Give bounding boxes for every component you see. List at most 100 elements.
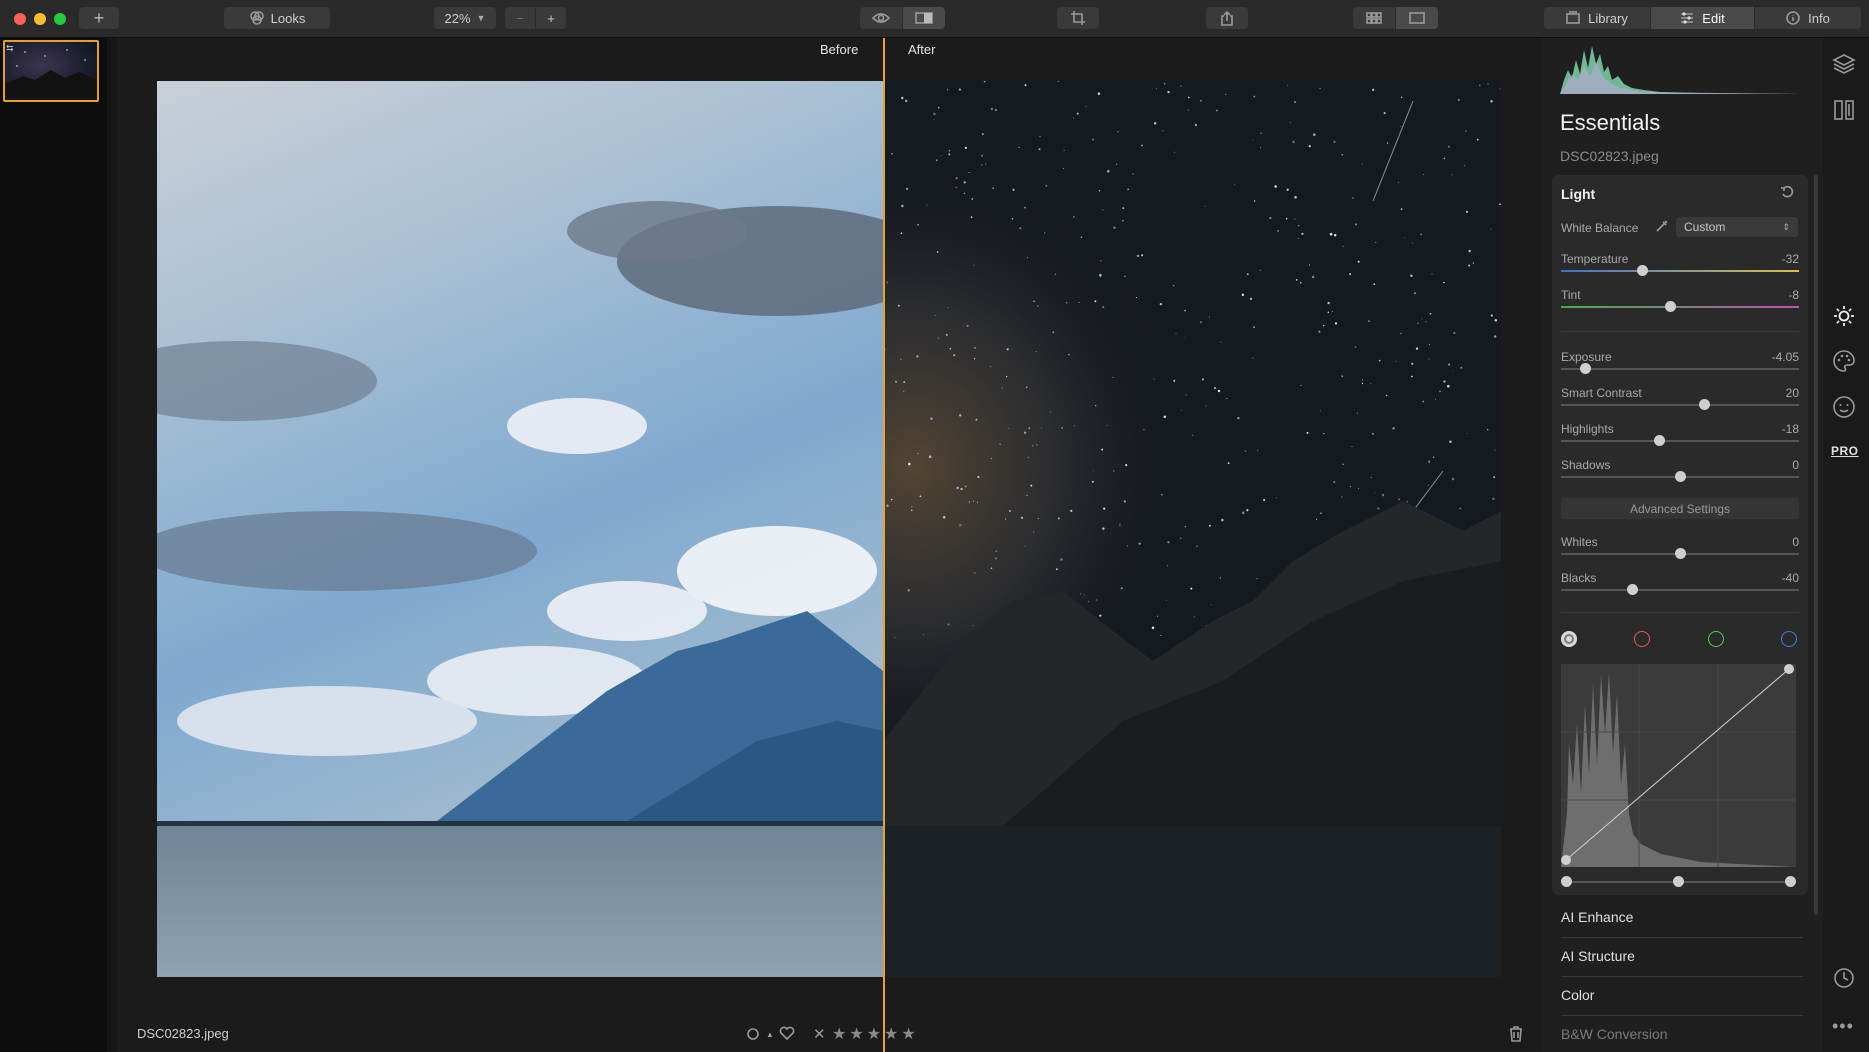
- slider-handle[interactable]: [1675, 471, 1686, 482]
- preview-toggle-button[interactable]: [860, 7, 902, 29]
- eyedropper-button[interactable]: [1655, 219, 1669, 236]
- more-icon: •••: [1832, 1016, 1854, 1036]
- essentials-button[interactable]: [1832, 304, 1856, 331]
- presets-button[interactable]: [1832, 98, 1856, 125]
- slider-value: 20: [1785, 386, 1799, 400]
- curve-mid-handle[interactable]: [1673, 876, 1684, 887]
- before-after-divider-handle[interactable]: [883, 38, 885, 1052]
- white-balance-label: White Balance: [1561, 221, 1639, 235]
- add-button[interactable]: +: [79, 7, 119, 29]
- thumbnail-selected[interactable]: [3, 40, 99, 102]
- panel-scrollbar[interactable]: [1814, 175, 1818, 915]
- tab-library[interactable]: Library: [1544, 7, 1650, 29]
- slider-track[interactable]: [1561, 368, 1799, 370]
- section-header[interactable]: Color: [1561, 987, 1594, 1003]
- curve-black-handle[interactable]: [1561, 876, 1572, 887]
- curve-point[interactable]: [1561, 855, 1571, 865]
- history-button[interactable]: [1832, 966, 1856, 993]
- layers-button[interactable]: [1832, 52, 1856, 79]
- zoom-window-button[interactable]: [54, 13, 66, 25]
- zoom-dropdown[interactable]: 22% ▼: [434, 7, 496, 29]
- edited-badge-icon: ⇆: [6, 43, 14, 53]
- crop-icon: [1071, 11, 1085, 25]
- looks-button[interactable]: Looks: [224, 7, 330, 29]
- curve-point[interactable]: [1784, 664, 1794, 674]
- slider-handle[interactable]: [1579, 363, 1591, 374]
- star-icon[interactable]: ★: [849, 1024, 863, 1044]
- tool-icon-bar: [1823, 38, 1869, 1052]
- curve-channel-green[interactable]: [1708, 631, 1724, 647]
- info-icon: [1786, 11, 1800, 25]
- single-view-button[interactable]: [1396, 7, 1438, 29]
- slider-track[interactable]: [1561, 589, 1799, 591]
- section-header[interactable]: B&W Conversion: [1561, 1026, 1668, 1042]
- zoom-out-button[interactable]: −: [505, 7, 535, 29]
- divider: [1561, 1015, 1803, 1016]
- curve-channel-red[interactable]: [1634, 631, 1650, 647]
- favorite-button[interactable]: [779, 1025, 795, 1044]
- panel-title: Essentials: [1560, 110, 1661, 135]
- zoom-in-button[interactable]: +: [536, 7, 566, 29]
- reset-icon: [1781, 185, 1794, 198]
- slider-track[interactable]: [1561, 306, 1799, 308]
- curve-white-handle[interactable]: [1785, 876, 1796, 887]
- minimize-window-button[interactable]: [34, 13, 46, 25]
- white-balance-value: Custom: [1684, 220, 1726, 234]
- portrait-button[interactable]: [1832, 395, 1856, 422]
- tone-curve[interactable]: [1561, 664, 1796, 867]
- filmstrip: [0, 38, 107, 1052]
- panel-filename: DSC02823.jpeg: [1560, 148, 1659, 164]
- creative-button[interactable]: [1832, 349, 1856, 376]
- color-label-picker[interactable]: ▲: [746, 1027, 774, 1041]
- slider-track[interactable]: [1561, 440, 1799, 442]
- slider-handle[interactable]: [1698, 399, 1710, 410]
- star-icon[interactable]: ★: [867, 1024, 881, 1044]
- slider-label: Blacks: [1561, 571, 1597, 585]
- share-button[interactable]: [1206, 7, 1248, 29]
- looks-label: Looks: [270, 10, 306, 26]
- tab-edit-label: Edit: [1702, 10, 1725, 26]
- grid-view-button[interactable]: [1353, 7, 1395, 29]
- compare-button[interactable]: [903, 7, 945, 29]
- slider-handle[interactable]: [1636, 265, 1648, 276]
- star-icon[interactable]: ★: [832, 1024, 846, 1044]
- heart-icon: [779, 1026, 795, 1041]
- divider: [1561, 612, 1799, 613]
- curve-channel-blue[interactable]: [1781, 631, 1797, 647]
- star-rating[interactable]: ★ ★ ★ ★ ★: [832, 1024, 916, 1044]
- color-label-icon: [747, 1028, 759, 1040]
- reset-button[interactable]: [1780, 185, 1794, 202]
- single-image-icon: [1409, 12, 1425, 24]
- presets-icon: [1834, 100, 1854, 120]
- tab-info[interactable]: Info: [1755, 7, 1861, 29]
- pro-button[interactable]: PRO: [1831, 444, 1859, 458]
- tab-edit[interactable]: Edit: [1651, 7, 1754, 29]
- slider-value: -4.05: [1771, 350, 1799, 364]
- close-window-button[interactable]: [14, 13, 26, 25]
- thumbnail-image: [5, 49, 97, 100]
- crop-button[interactable]: [1057, 7, 1099, 29]
- slider-value: 0: [1792, 535, 1799, 549]
- star-icon[interactable]: ★: [884, 1024, 898, 1044]
- section-header[interactable]: AI Enhance: [1561, 909, 1633, 925]
- delete-button[interactable]: [1509, 1026, 1523, 1045]
- slider-value: -32: [1781, 252, 1799, 266]
- white-balance-select[interactable]: Custom ⇕: [1676, 217, 1798, 237]
- history-icon: [1834, 968, 1854, 988]
- reject-button[interactable]: ✕: [813, 1025, 826, 1043]
- slider-label: Shadows: [1561, 458, 1611, 472]
- slider-value: -18: [1781, 422, 1799, 436]
- light-title[interactable]: Light: [1561, 186, 1595, 202]
- advanced-settings-button[interactable]: Advanced Settings: [1561, 498, 1799, 519]
- more-button[interactable]: •••: [1832, 1016, 1854, 1037]
- slider-handle[interactable]: [1653, 435, 1665, 446]
- slider-track[interactable]: [1561, 404, 1799, 406]
- slider-label: Tint: [1561, 288, 1581, 302]
- curve-channel-luminance[interactable]: [1561, 631, 1577, 647]
- looks-icon: [249, 11, 264, 25]
- section-header[interactable]: AI Structure: [1561, 948, 1635, 964]
- slider-handle[interactable]: [1675, 548, 1686, 559]
- slider-track[interactable]: [1561, 270, 1799, 272]
- star-icon[interactable]: ★: [901, 1024, 915, 1044]
- histogram: [1560, 40, 1800, 94]
